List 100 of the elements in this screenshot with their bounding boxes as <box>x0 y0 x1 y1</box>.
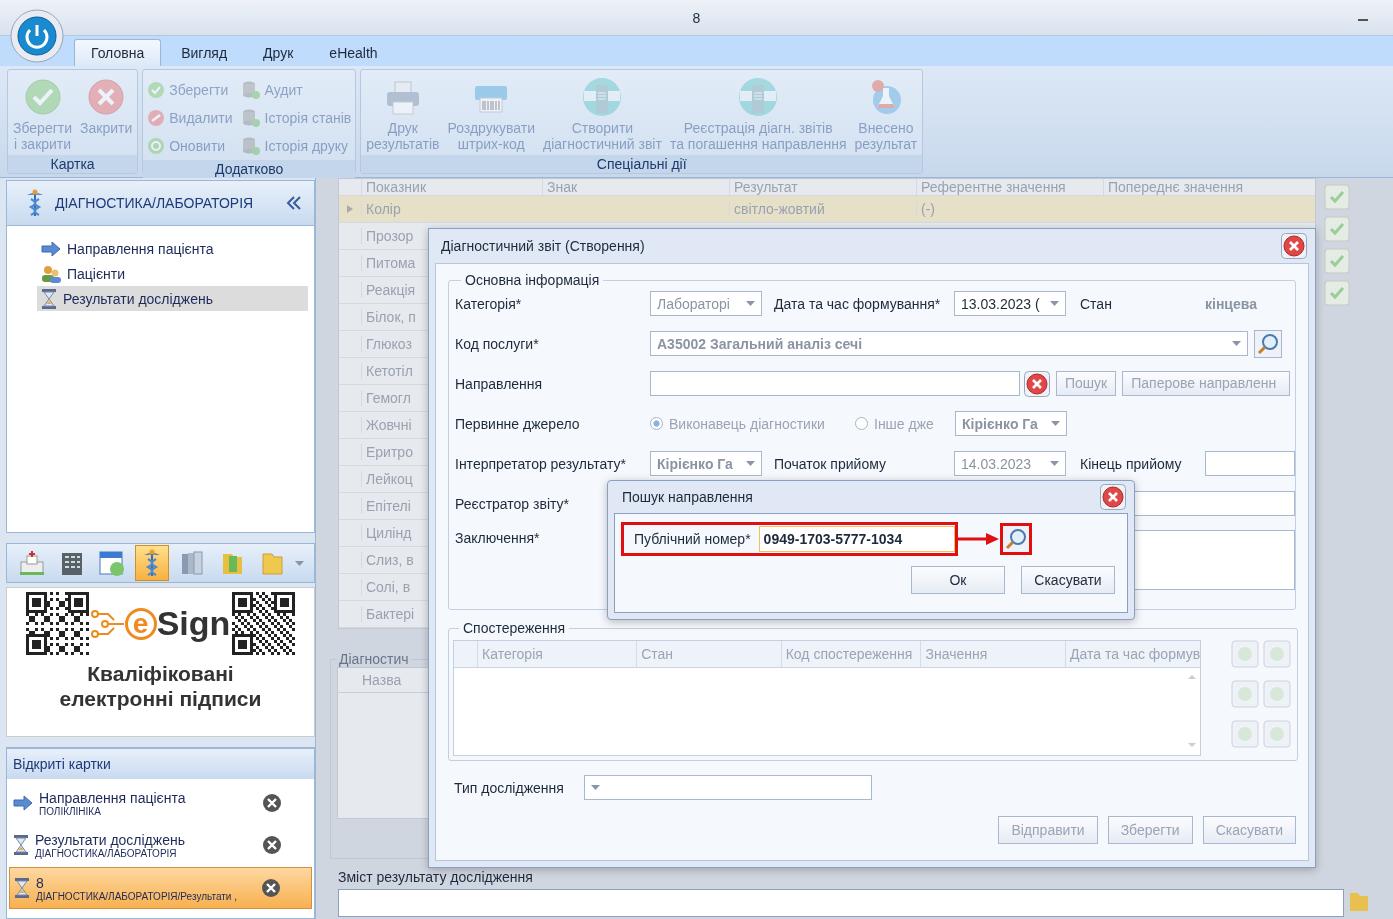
tool-icon[interactable] <box>1324 216 1350 242</box>
button[interactable]: Скасувати <box>1021 566 1115 594</box>
column-header: Референтне значення <box>916 179 1103 195</box>
column-header: Попереднє значення <box>1103 179 1290 195</box>
recycle-icon <box>147 137 166 155</box>
field-label: Зміст результату дослідження <box>338 869 534 885</box>
open-card-item[interactable]: Направлення пацієнта ПОЛІКЛІНІКА <box>9 783 312 823</box>
dropdown[interactable] <box>584 775 872 800</box>
table-row[interactable]: Колір світло-жовтий (-) <box>339 196 1315 223</box>
content-field[interactable] <box>338 889 1344 917</box>
column-header: Категорія <box>477 641 637 667</box>
hospital-icon <box>19 550 45 576</box>
column-header: Стан <box>636 641 781 667</box>
radio-option[interactable]: Виконавець діагностики <box>650 415 855 432</box>
close-icon[interactable] <box>262 793 282 813</box>
sidebar-item[interactable]: Направлення пацієнта <box>37 236 308 261</box>
hourglass-icon <box>14 878 30 898</box>
table-cell: (-) <box>916 201 1103 217</box>
database-icon <box>240 108 261 128</box>
collapse-icon[interactable] <box>286 196 302 210</box>
radio-button[interactable] <box>650 417 663 430</box>
sidebar-title: ДІАГНОСТИКА/ЛАБОРАТОРІЯ <box>55 195 255 211</box>
tool-icon[interactable] <box>1263 680 1291 708</box>
radio-button[interactable] <box>855 417 868 430</box>
x-ray-icon <box>738 77 779 117</box>
module-button[interactable] <box>135 545 169 581</box>
dropdown-caret-icon <box>1050 461 1059 466</box>
tool-icon[interactable] <box>1263 640 1291 668</box>
tool-icon[interactable] <box>1231 680 1259 708</box>
tool-icon[interactable] <box>1324 280 1350 306</box>
column-header: Значення <box>920 641 1066 667</box>
tool-icon[interactable] <box>1231 720 1259 748</box>
ribbon-tab[interactable]: Друк <box>247 40 310 66</box>
ribbon-tab[interactable]: eHealth <box>313 40 394 66</box>
hourglass-icon <box>41 288 57 309</box>
window-title: 8 <box>692 9 701 26</box>
sidebar-item[interactable]: Пацієнти <box>37 261 308 286</box>
card-title: Направлення пацієнта <box>39 789 187 806</box>
field-label: Кінець прийому <box>1080 455 1182 472</box>
input-field[interactable] <box>1205 451 1295 476</box>
button[interactable]: Паперове направленн <box>1122 371 1291 396</box>
search-button[interactable] <box>1254 329 1282 358</box>
close-icon[interactable] <box>261 878 281 898</box>
dropdown[interactable]: Кірієнко Га <box>955 411 1067 436</box>
dropdown-caret-icon <box>591 785 600 790</box>
table-cell: Колір <box>361 201 542 217</box>
dropdown-caret-icon <box>746 301 755 306</box>
ribbon-tab[interactable]: Головна <box>74 39 162 66</box>
minus-circle-icon <box>147 109 166 127</box>
card-title: 8 <box>36 874 45 891</box>
folder-icon <box>260 550 284 576</box>
input-field[interactable]: 0949-1703-5777-1034 <box>758 526 955 552</box>
tool-icon[interactable] <box>1324 248 1350 274</box>
dropdown-caret-icon <box>1051 421 1060 426</box>
card-subtitle: ДІАГНОСТИКА/ЛАБОРАТОРІЯ/Результати , <box>36 890 238 902</box>
input-field[interactable] <box>650 371 1020 396</box>
close-icon[interactable] <box>262 835 282 855</box>
dropdown[interactable]: 14.03.2023 <box>954 451 1066 476</box>
field-label: Код послуги* <box>455 335 539 352</box>
open-card-item[interactable]: Результати досліджень ДІАГНОСТИКА/ЛАБОРАТОРІЯ <box>9 825 312 865</box>
column-header: Показник <box>361 179 542 195</box>
close-icon[interactable] <box>1100 484 1126 510</box>
field-label: Початок прийому <box>774 455 886 472</box>
hourglass-icon <box>13 835 29 855</box>
qr-code-drawing <box>25 592 89 655</box>
search-icon <box>1004 528 1027 550</box>
column-header: Дата та час формув <box>1065 641 1200 667</box>
close-icon[interactable] <box>1281 233 1307 259</box>
field-label: Стан <box>1080 295 1112 312</box>
status-value: кінцева <box>1205 295 1257 312</box>
x-ray-icon <box>582 77 623 117</box>
cross-circle-icon <box>87 78 126 116</box>
dropdown[interactable]: Кірієнко Га <box>650 451 762 476</box>
sidebar-item[interactable]: Результати досліджень <box>37 286 308 311</box>
card-title: Результати досліджень <box>35 831 186 848</box>
open-card-item[interactable]: 8 ДІАГНОСТИКА/ЛАБОРАТОРІЯ/Результати , <box>9 867 312 909</box>
row-pointer-icon <box>347 205 353 213</box>
field-label: Публічний номер* <box>634 531 751 547</box>
people-icon <box>41 264 61 283</box>
card-subtitle: ПОЛІКЛІНІКА <box>39 805 101 817</box>
button[interactable]: Ок <box>911 566 1005 594</box>
logo-mark: e <box>124 607 157 640</box>
dropdown[interactable]: 13.03.2023 ( <box>954 291 1066 316</box>
clear-icon[interactable] <box>1024 370 1050 397</box>
dropdown-caret-icon <box>1050 301 1059 306</box>
ribbon-group-title: Картка <box>8 155 138 173</box>
search-button[interactable] <box>999 523 1032 555</box>
button[interactable]: Пошук <box>1056 371 1117 396</box>
dropdown[interactable]: Лабораторі <box>650 291 762 316</box>
dropdown[interactable]: A35002 Загальний аналіз сечі <box>650 331 1248 356</box>
tool-icon[interactable] <box>1231 640 1259 668</box>
binders-icon <box>179 550 205 576</box>
column-header: Код спостереження <box>780 641 921 667</box>
tool-icon[interactable] <box>1324 184 1350 210</box>
tool-icon[interactable] <box>1263 720 1291 748</box>
radio-option[interactable]: Інше дже <box>855 415 955 432</box>
field-label: Дата та час формування* <box>774 295 941 312</box>
circuit-icon <box>90 608 125 639</box>
ribbon-tab[interactable]: Вигляд <box>165 40 244 66</box>
group-title: Спостереження <box>462 621 567 636</box>
